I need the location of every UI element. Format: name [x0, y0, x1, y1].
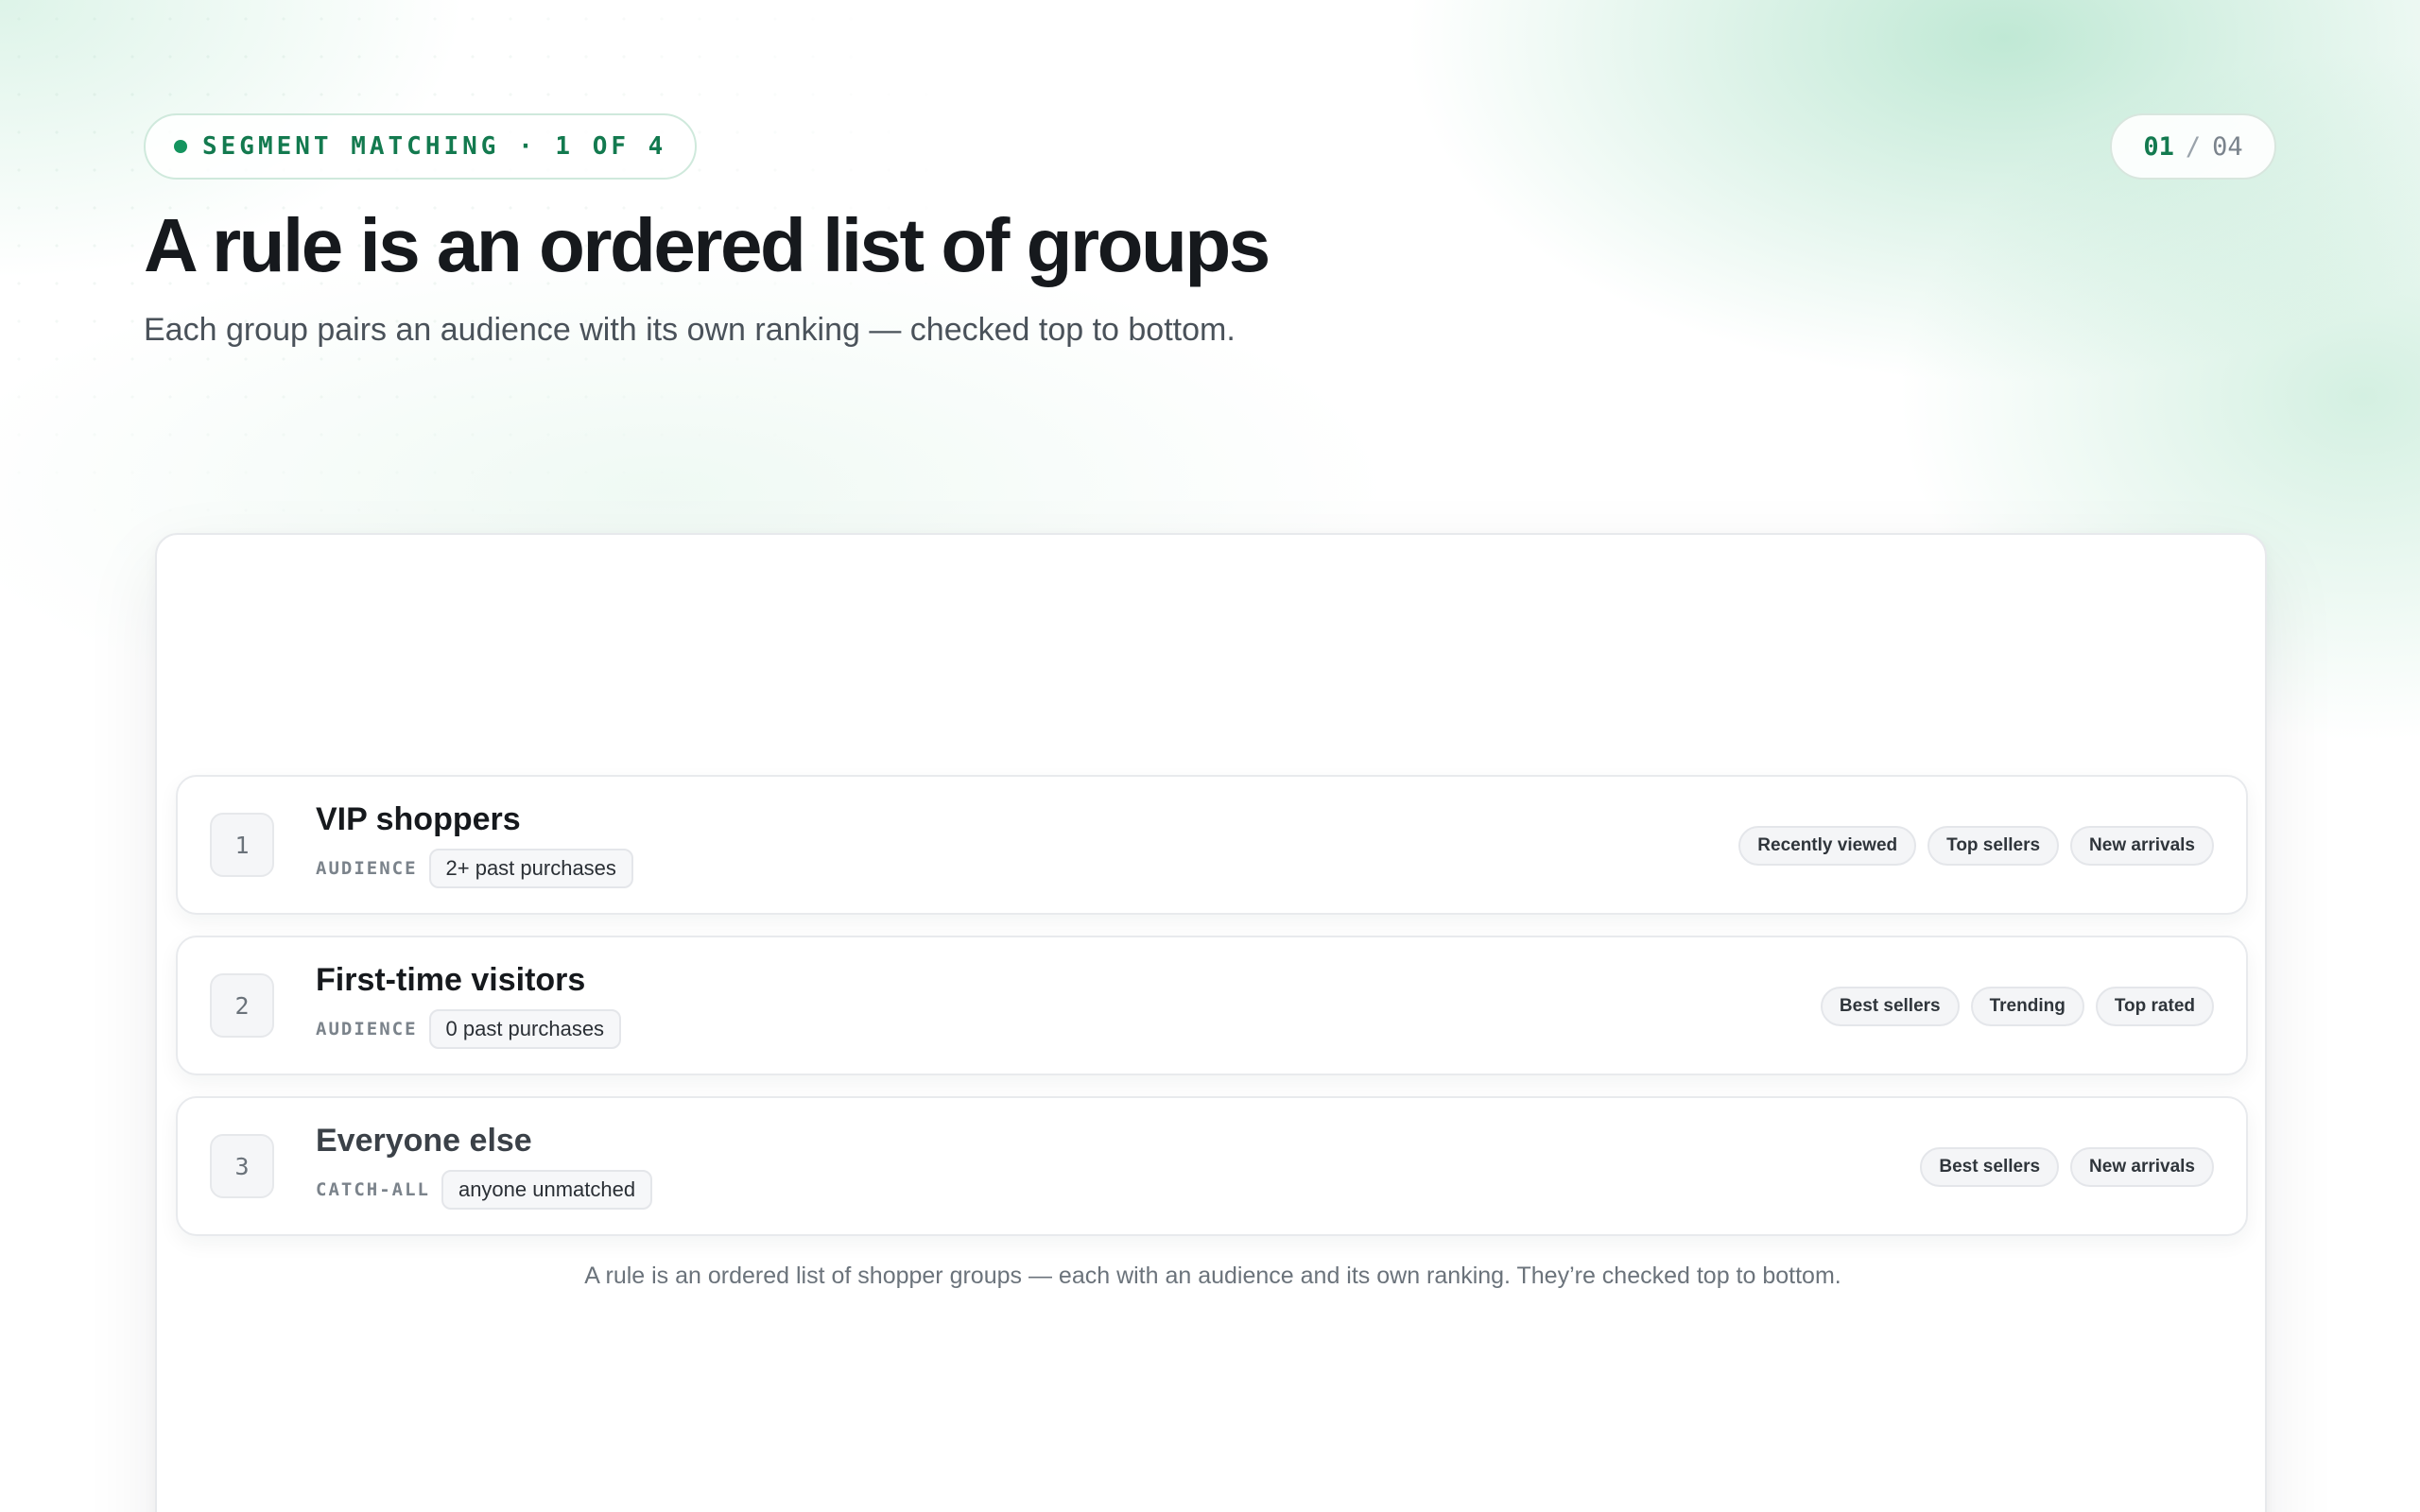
- ranking-chips: Best sellers Trending Top rated: [1820, 987, 2214, 1026]
- audience-label: AUDIENCE: [316, 1019, 418, 1040]
- eyebrow-label: SEGMENT MATCHING · 1 OF 4: [202, 132, 667, 161]
- group-name: Everyone else: [316, 1123, 532, 1159]
- group-audience: AUDIENCE 2+ past purchases: [316, 849, 633, 888]
- page-title: A rule is an ordered list of groups: [144, 203, 1270, 287]
- audience-chip: 2+ past purchases: [428, 849, 633, 888]
- ranking-chip: New arrivals: [2070, 826, 2214, 866]
- ranking-chip: Best sellers: [1920, 1147, 2060, 1187]
- ranking-chip: New arrivals: [2070, 1147, 2214, 1187]
- group-audience: CATCH-ALL anyone unmatched: [316, 1170, 653, 1210]
- section-eyebrow-badge: SEGMENT MATCHING · 1 OF 4: [144, 113, 698, 180]
- group-priority-number: 3: [210, 1134, 274, 1198]
- group-row-everyone-else[interactable]: 3 Everyone else CATCH-ALL anyone unmatch…: [176, 1096, 2248, 1236]
- ranking-chip: Trending: [1970, 987, 2084, 1026]
- status-dot-icon: [174, 140, 187, 153]
- slide-pager: 01 / 04: [2110, 113, 2276, 180]
- ranking-chip: Top rated: [2095, 987, 2214, 1026]
- group-name: First-time visitors: [316, 962, 586, 998]
- group-row-vip-shoppers[interactable]: 1 VIP shoppers AUDIENCE 2+ past purchase…: [176, 775, 2248, 915]
- group-list: 1 VIP shoppers AUDIENCE 2+ past purchase…: [176, 775, 2248, 1257]
- audience-chip: anyone unmatched: [441, 1170, 653, 1210]
- ranking-chips: Best sellers New arrivals: [1920, 1147, 2214, 1187]
- pager-current: 01: [2143, 131, 2174, 162]
- ranking-chips: Recently viewed Top sellers New arrivals: [1738, 826, 2214, 866]
- audience-label: AUDIENCE: [316, 858, 418, 879]
- ranking-chip: Top sellers: [1927, 826, 2060, 866]
- page-subtitle: Each group pairs an audience with its ow…: [144, 312, 1236, 348]
- pager-separator: /: [2185, 131, 2202, 162]
- catch-all-label: CATCH-ALL: [316, 1179, 430, 1200]
- group-audience: AUDIENCE 0 past purchases: [316, 1009, 622, 1049]
- pager-total: 04: [2212, 131, 2243, 162]
- rule-card: 1 VIP shoppers AUDIENCE 2+ past purchase…: [155, 533, 2267, 1512]
- slide: SEGMENT MATCHING · 1 OF 4 01 / 04 A rule…: [0, 0, 2420, 1512]
- audience-chip: 0 past purchases: [428, 1009, 622, 1049]
- group-row-first-time-visitors[interactable]: 2 First-time visitors AUDIENCE 0 past pu…: [176, 936, 2248, 1075]
- card-caption: A rule is an ordered list of shopper gro…: [584, 1263, 1841, 1289]
- group-priority-number: 2: [210, 973, 274, 1038]
- ranking-chip: Recently viewed: [1738, 826, 1917, 866]
- group-name: VIP shoppers: [316, 801, 521, 837]
- group-priority-number: 1: [210, 813, 274, 877]
- ranking-chip: Best sellers: [1820, 987, 1960, 1026]
